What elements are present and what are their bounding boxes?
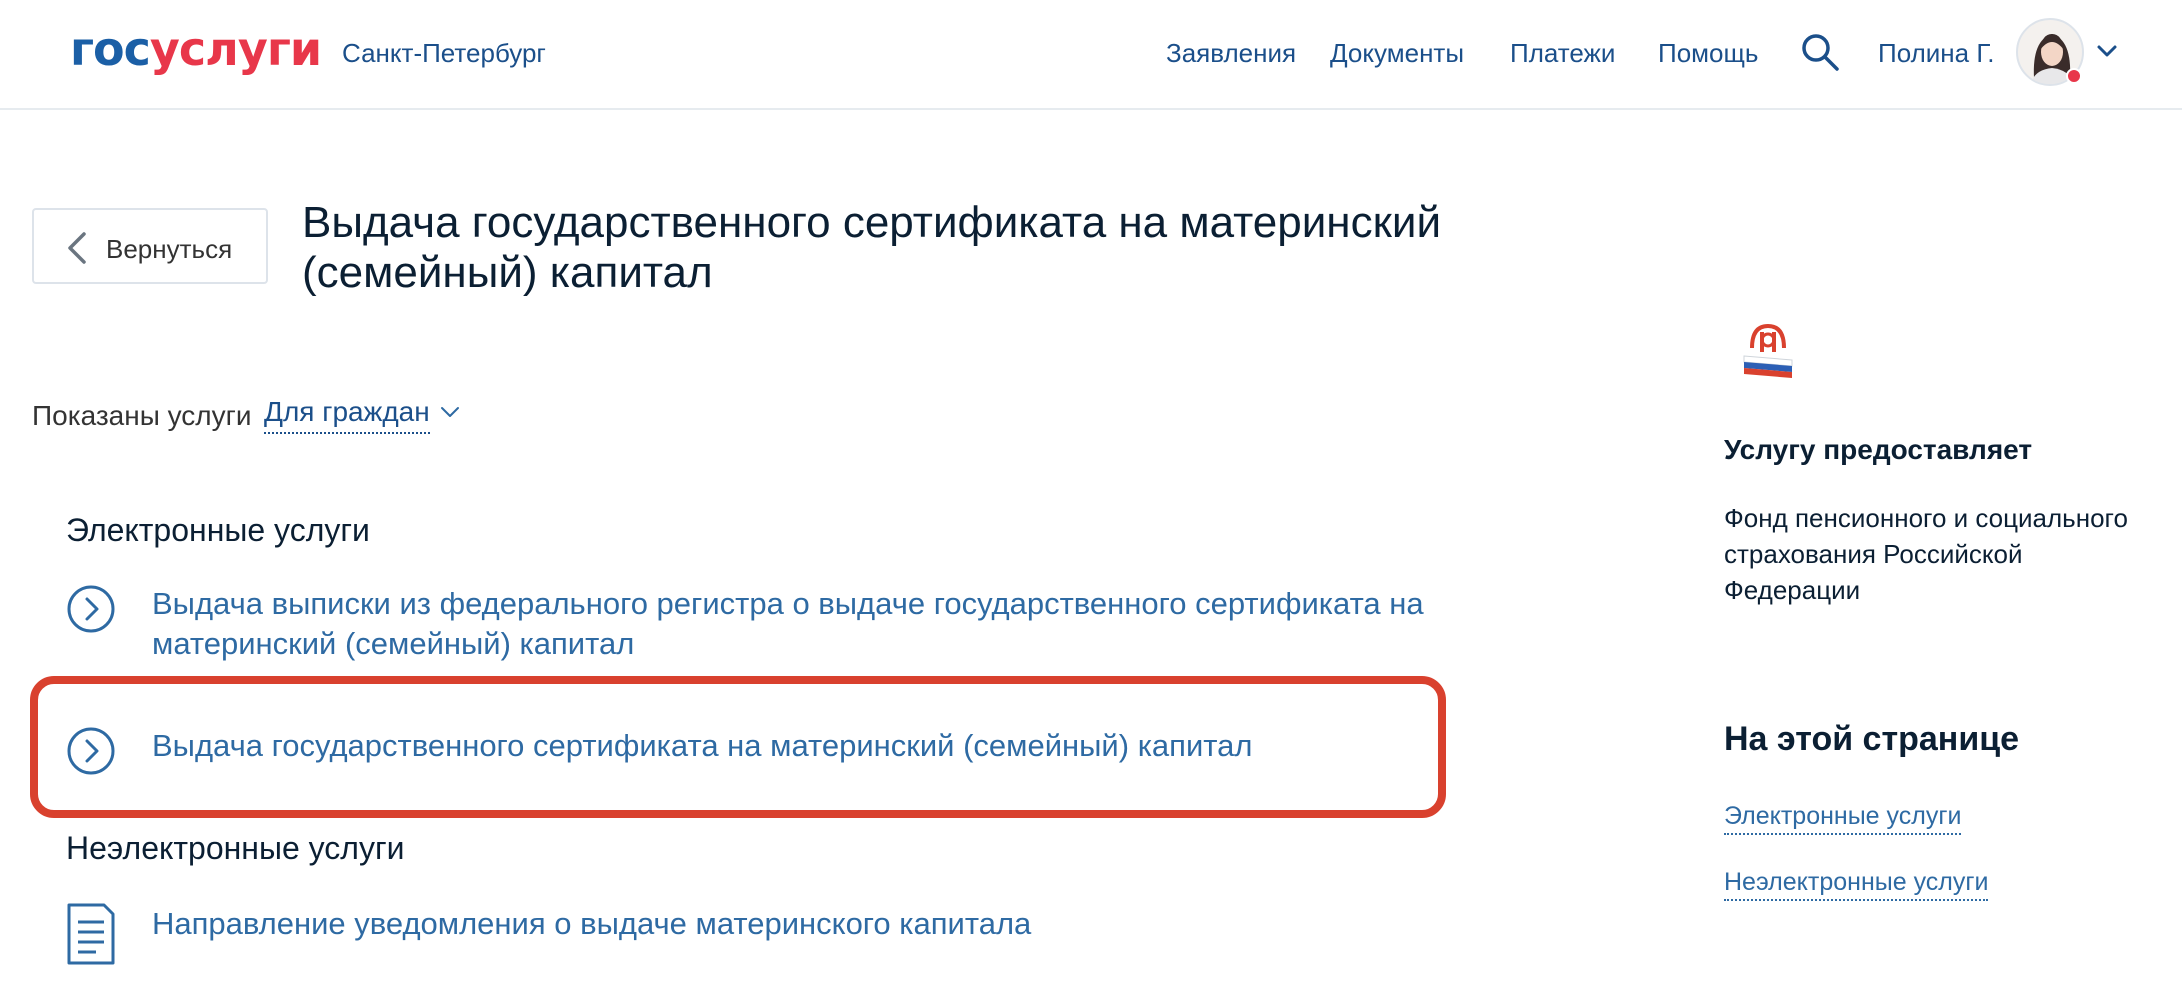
on-page-title: На этой странице [1724, 720, 2020, 758]
user-name[interactable]: Полина Г. [1878, 38, 1994, 69]
logo-part-uslugi: услуги [149, 22, 322, 76]
provider-name: Фонд пенсионного и социального страхован… [1724, 503, 2128, 605]
nav-documents[interactable]: Документы [1330, 38, 1464, 69]
city-selector[interactable]: Санкт-Петербург [342, 38, 546, 69]
service-link-text[interactable]: Выдача государственного сертификата на м… [152, 726, 1512, 766]
filter-label: Показаны услуги [32, 400, 252, 431]
arrow-circle-icon [67, 727, 115, 775]
document-icon [67, 903, 115, 965]
anchor-link-electronic[interactable]: Электронные услуги [1724, 802, 1962, 835]
nav-help[interactable]: Помощь [1658, 38, 1758, 69]
service-link-text[interactable]: Направление уведомления о выдаче материн… [152, 904, 1512, 944]
anchor-link-non-electronic[interactable]: Неэлектронные услуги [1724, 868, 1989, 901]
pension-fund-logo-icon [1743, 323, 1793, 378]
chevron-down-icon[interactable] [438, 400, 462, 424]
chevron-left-icon [68, 232, 86, 264]
nav-payments[interactable]: Платежи [1510, 38, 1615, 69]
gosuslugi-logo[interactable]: госуслуги [70, 22, 322, 76]
top-header: госуслуги Санкт-Петербург Заявления Доку… [0, 0, 2182, 110]
arrow-circle-icon [67, 585, 115, 633]
logo-part-gos: гос [70, 22, 151, 76]
audience-filter-dropdown[interactable]: Для граждан [264, 396, 430, 434]
section-title-non-electronic: Неэлектронные услуги [66, 830, 405, 866]
section-title-electronic: Электронные услуги [66, 512, 370, 548]
back-button[interactable]: Вернуться [32, 208, 268, 284]
nav-applications[interactable]: Заявления [1166, 38, 1296, 69]
back-button-label: Вернуться [106, 234, 233, 264]
search-icon[interactable] [1800, 32, 1840, 72]
service-link-text[interactable]: Выдача выписки из федерального регистра … [152, 584, 1512, 664]
provider-title: Услугу предоставляет [1724, 434, 2033, 465]
chevron-down-icon[interactable] [2094, 38, 2120, 64]
page-title: Выдача государственного сертификата на м… [302, 198, 1442, 297]
notification-dot [2066, 68, 2082, 84]
